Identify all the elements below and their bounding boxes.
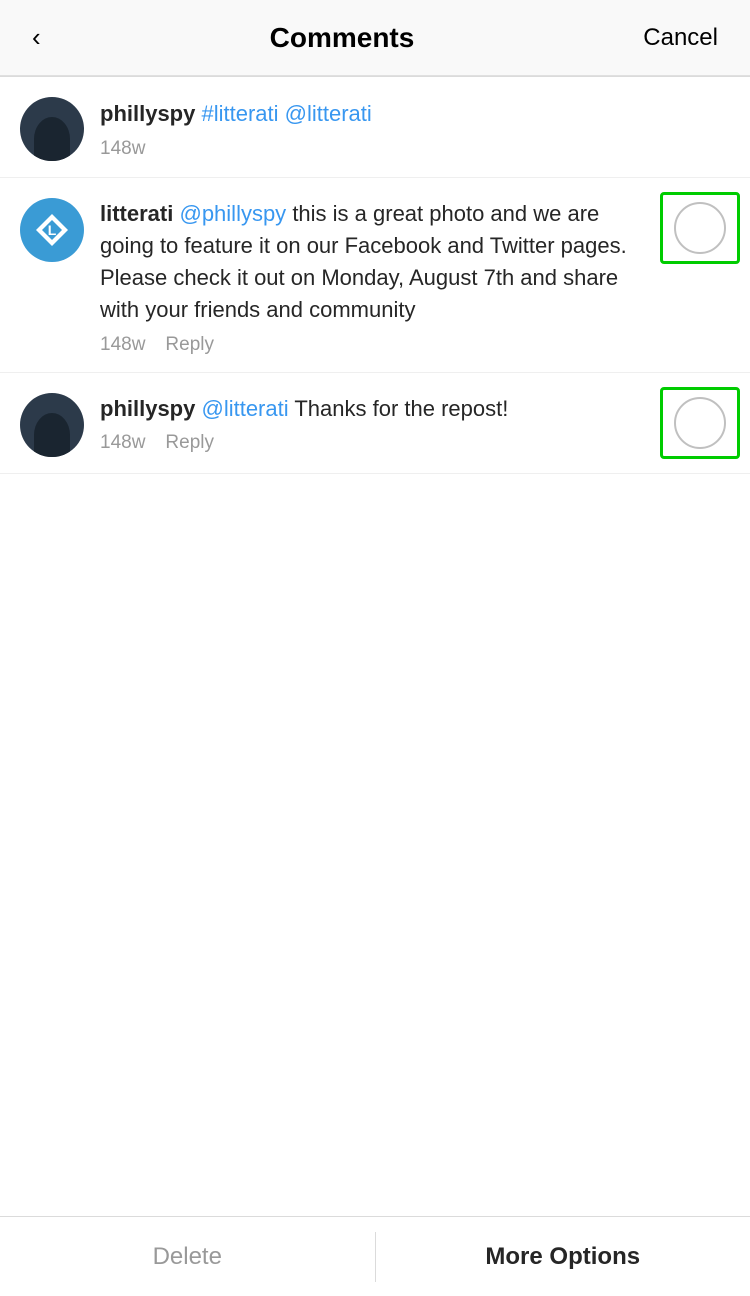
comment-body: Thanks for the repost!	[294, 396, 508, 421]
delete-button[interactable]: Delete	[0, 1223, 375, 1291]
like-radio[interactable]	[674, 397, 726, 449]
comment-text: phillyspy #litterati @litterati	[100, 98, 730, 130]
avatar	[20, 393, 84, 457]
back-button[interactable]: ‹	[24, 18, 49, 57]
comment-username: phillyspy	[100, 396, 195, 421]
comment-time: 148w	[100, 432, 145, 454]
comment-time: 148w	[100, 334, 145, 356]
comment-username: phillyspy	[100, 101, 195, 126]
bottom-bar: Delete More Options	[0, 1216, 750, 1296]
header: ‹ Comments Cancel	[0, 0, 750, 76]
like-radio[interactable]	[674, 202, 726, 254]
comment-content: phillyspy #litterati @litterati 148w	[100, 98, 730, 160]
reply-button[interactable]: Reply	[165, 432, 214, 454]
comment-item: L litterati @phillyspy this is a great p…	[0, 178, 750, 373]
comment-username: litterati	[100, 201, 173, 226]
comment-time: 148w	[100, 138, 145, 160]
cancel-button[interactable]: Cancel	[635, 20, 726, 56]
comment-mention: @litterati	[285, 101, 372, 126]
comment-item: phillyspy #litterati @litterati 148w	[0, 77, 750, 178]
comment-meta: 148w Reply	[100, 334, 650, 356]
page-title: Comments	[270, 22, 415, 54]
comments-list: phillyspy #litterati @litterati 148w L l…	[0, 77, 750, 1296]
avatar: L	[20, 198, 84, 262]
comment-text: phillyspy @litterati Thanks for the repo…	[100, 393, 650, 425]
comment-item: phillyspy @litterati Thanks for the repo…	[0, 373, 750, 474]
comment-meta: 148w Reply	[100, 432, 650, 454]
comment-meta: 148w	[100, 138, 730, 160]
comment-mention: @phillyspy	[179, 201, 286, 226]
comment-content: phillyspy @litterati Thanks for the repo…	[100, 393, 650, 455]
comment-text: litterati @phillyspy this is a great pho…	[100, 198, 650, 326]
comment-hashtag: #litterati	[201, 101, 278, 126]
svg-text:L: L	[48, 222, 57, 238]
avatar	[20, 97, 84, 161]
more-options-button[interactable]: More Options	[376, 1223, 750, 1291]
comment-content: litterati @phillyspy this is a great pho…	[100, 198, 650, 356]
reply-button[interactable]: Reply	[165, 334, 214, 356]
comment-mention: @litterati	[201, 396, 288, 421]
like-radio-highlight	[660, 387, 740, 459]
like-radio-highlight	[660, 192, 740, 264]
